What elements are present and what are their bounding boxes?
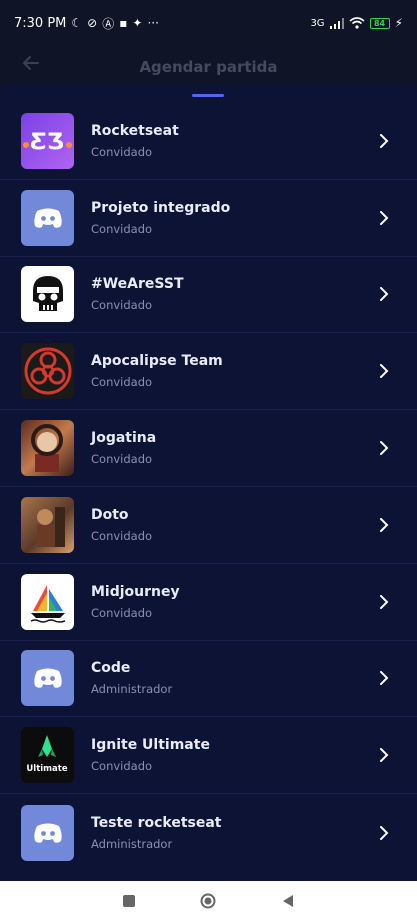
discord-icon — [21, 804, 74, 861]
guild-name: Jogatina — [91, 430, 157, 447]
status-bar: 7:30 PM ☾ ⊘ Ⓐ ▪ ✦ ··· 3G 84 ⚡ — [0, 0, 417, 46]
guild-name: #WeAreSST — [91, 276, 184, 293]
chevron-right-icon — [380, 748, 389, 763]
guild-name: Rocketseat — [91, 122, 179, 139]
system-nav-bar — [0, 881, 417, 920]
arrow-left-icon[interactable] — [22, 54, 44, 76]
guild-role: Convidado — [91, 452, 153, 467]
guild-name: Apocalipse Team — [91, 353, 223, 370]
chevron-right-icon — [380, 825, 389, 840]
guild-item[interactable]: #WeAreSST Convidado — [0, 257, 417, 334]
more-icon: ··· — [147, 16, 159, 30]
guild-name: Midjourney — [91, 583, 180, 600]
guild-list: ƸƷ Rocketseat Convidado Projeto integrad… — [0, 103, 417, 871]
page-title: Agendar partida — [139, 58, 278, 76]
status-time: 7:30 PM — [14, 15, 67, 31]
guild-role: Convidado — [91, 528, 153, 543]
guild-role: Administrador — [91, 682, 173, 697]
guild-name: Doto — [91, 506, 129, 523]
ultimate-logo-text: Ultimate — [26, 764, 67, 774]
guild-name: Code — [91, 660, 131, 677]
a-icon: Ⓐ — [102, 16, 115, 31]
chat-icon: ▪ — [119, 16, 128, 30]
discord-icon — [21, 650, 74, 707]
chevron-right-icon — [380, 441, 389, 456]
moon-icon: ☾ — [71, 16, 83, 30]
sheet-handle[interactable] — [192, 94, 224, 97]
battery-icon: 84 — [369, 17, 390, 29]
guild-role: Convidado — [91, 221, 153, 236]
guild-item[interactable]: Jogatina Convidado — [0, 410, 417, 487]
wifi-icon — [349, 17, 365, 29]
guild-role: Convidado — [91, 144, 153, 159]
chevron-right-icon — [380, 517, 389, 532]
guild-name: Teste rocketseat — [91, 814, 222, 831]
guild-name: Ignite Ultimate — [91, 737, 210, 754]
signal-icon — [329, 17, 344, 29]
guild-item[interactable]: Doto Convidado — [0, 487, 417, 564]
guild-photo — [21, 496, 74, 553]
charging-icon: ⚡ — [394, 16, 403, 30]
screen: 7:30 PM ☾ ⊘ Ⓐ ▪ ✦ ··· 3G 84 ⚡ Agendar pa… — [0, 0, 417, 920]
guild-item[interactable]: Midjourney Convidado — [0, 564, 417, 641]
chevron-right-icon — [380, 594, 389, 609]
guild-sheet: ƸƷ Rocketseat Convidado Projeto integrad… — [0, 84, 417, 881]
chevron-right-icon — [380, 287, 389, 302]
guild-photo — [21, 420, 74, 477]
guild-role: Convidado — [91, 375, 153, 390]
guild-role: Convidado — [91, 759, 153, 774]
guild-item[interactable]: Apocalipse Team Convidado — [0, 333, 417, 411]
recents-square-icon[interactable] — [122, 894, 136, 908]
guild-item[interactable]: Projeto integrado Convidado — [0, 180, 417, 257]
guild-name: Projeto integrado — [91, 199, 231, 216]
sparkle-icon: ✦ — [132, 16, 143, 30]
back-triangle-icon[interactable] — [281, 894, 295, 908]
chevron-right-icon — [380, 133, 389, 148]
ultimate-logo: Ultimate — [21, 727, 74, 784]
guild-role: Administrador — [91, 836, 173, 851]
network-label: 3G — [310, 17, 325, 29]
home-circle-icon[interactable] — [200, 893, 216, 909]
sailboat-logo — [21, 573, 74, 630]
guild-role: Convidado — [91, 605, 153, 620]
guild-item[interactable]: Code Administrador — [0, 641, 417, 718]
guild-item[interactable]: Ultimate Ignite Ultimate Convidado — [0, 717, 417, 795]
svg-text:ƸƷ: ƸƷ — [30, 130, 64, 155]
guild-item[interactable]: ƸƷ Rocketseat Convidado — [0, 103, 417, 180]
chevron-right-icon — [380, 210, 389, 225]
guild-item[interactable]: Teste rocketseat Administrador — [0, 794, 417, 871]
discord-icon — [21, 189, 74, 246]
app-header: Agendar partida — [0, 46, 417, 88]
battery-level: 84 — [373, 18, 386, 28]
biohazard-icon — [21, 343, 74, 400]
rocketseat-logo: ƸƷ — [21, 112, 74, 169]
skull-logo — [21, 266, 74, 323]
chevron-right-icon — [380, 364, 389, 379]
guild-role: Convidado — [91, 298, 153, 313]
chevron-right-icon — [380, 671, 389, 686]
no-wifi-data-icon: ⊘ — [87, 16, 98, 30]
